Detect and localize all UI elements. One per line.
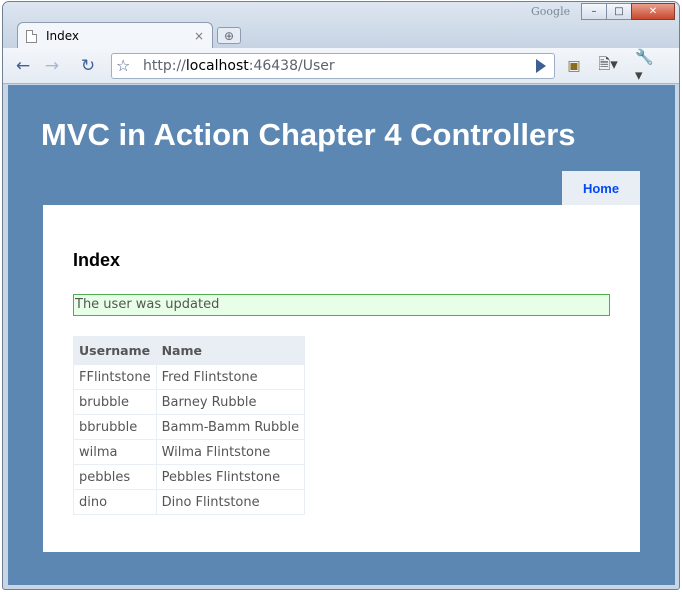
new-tab-button[interactable]: ⊕ [217, 27, 241, 44]
column-header-username: Username [73, 336, 157, 365]
table-row: brubble Barney Rubble [73, 389, 306, 415]
go-icon[interactable] [536, 59, 546, 73]
page-menu-icon[interactable]: 🗎▾ [597, 55, 619, 77]
plus-icon: ⊕ [223, 28, 235, 43]
table-row: wilma Wilma Flintstone [73, 439, 306, 465]
table-row: pebbles Pebbles Flintstone [73, 464, 306, 490]
name-cell: Fred Flintstone [155, 364, 306, 390]
page-title: Index [73, 250, 121, 270]
table-row: bbrubble Bamm-Bamm Rubble [73, 414, 306, 440]
name-cell: Bamm-Bamm Rubble [155, 414, 306, 440]
tab-title: Index [46, 29, 80, 43]
username-cell: dino [73, 489, 157, 515]
table-row: FFlintstone Fred Flintstone [73, 364, 306, 390]
name-cell: Wilma Flintstone [155, 439, 306, 465]
maximize-icon[interactable]: □ [606, 3, 632, 20]
username-cell: FFlintstone [73, 364, 157, 390]
back-arrow-icon[interactable]: ← [12, 55, 34, 77]
reload-icon[interactable]: ↻ [77, 55, 99, 77]
users-table: Username Name FFlintstone Fred Flintston… [73, 336, 306, 515]
browser-window: Google – □ ✕ Index × ⊕ ← → ↻ ☆ http://lo… [2, 1, 680, 590]
nav-home-link[interactable]: Home [562, 171, 640, 205]
table-row: dino Dino Flintstone [73, 489, 306, 515]
status-message: The user was updated [73, 294, 610, 316]
forward-arrow-icon[interactable]: → [41, 55, 63, 77]
browser-brand: Google [531, 5, 571, 18]
page-viewport: MVC in Action Chapter 4 Controllers Home… [8, 85, 675, 585]
username-cell: pebbles [73, 464, 157, 490]
title-bar: Google – □ ✕ Index × ⊕ [3, 2, 679, 49]
minimize-icon[interactable]: – [581, 3, 607, 20]
column-header-name: Name [155, 336, 306, 365]
name-cell: Pebbles Flintstone [155, 464, 306, 490]
page-icon [26, 29, 37, 43]
bookmark-star-icon[interactable]: ☆ [116, 56, 130, 75]
wrench-menu-icon[interactable]: 🔧▾ [635, 48, 657, 84]
main-content: Index The user was updated Username Name… [43, 205, 640, 552]
table-header-row: Username Name [73, 336, 306, 365]
username-cell: wilma [73, 439, 157, 465]
browser-toolbar: ← → ↻ ☆ http://localhost:46438/User ▣ 🗎▾… [3, 48, 679, 84]
site-title: MVC in Action Chapter 4 Controllers [41, 117, 576, 152]
name-cell: Barney Rubble [155, 389, 306, 415]
username-cell: bbrubble [73, 414, 157, 440]
name-cell: Dino Flintstone [155, 489, 306, 515]
address-bar[interactable]: ☆ http://localhost:46438/User [111, 53, 555, 79]
ie-tab-icon[interactable]: ▣ [563, 55, 585, 77]
url-text[interactable]: http://localhost:46438/User [143, 58, 335, 74]
username-cell: brubble [73, 389, 157, 415]
close-window-icon[interactable]: ✕ [631, 3, 675, 20]
browser-tab[interactable]: Index × [17, 22, 213, 49]
tab-close-icon[interactable]: × [194, 29, 204, 43]
window-controls: – □ ✕ [581, 3, 675, 20]
